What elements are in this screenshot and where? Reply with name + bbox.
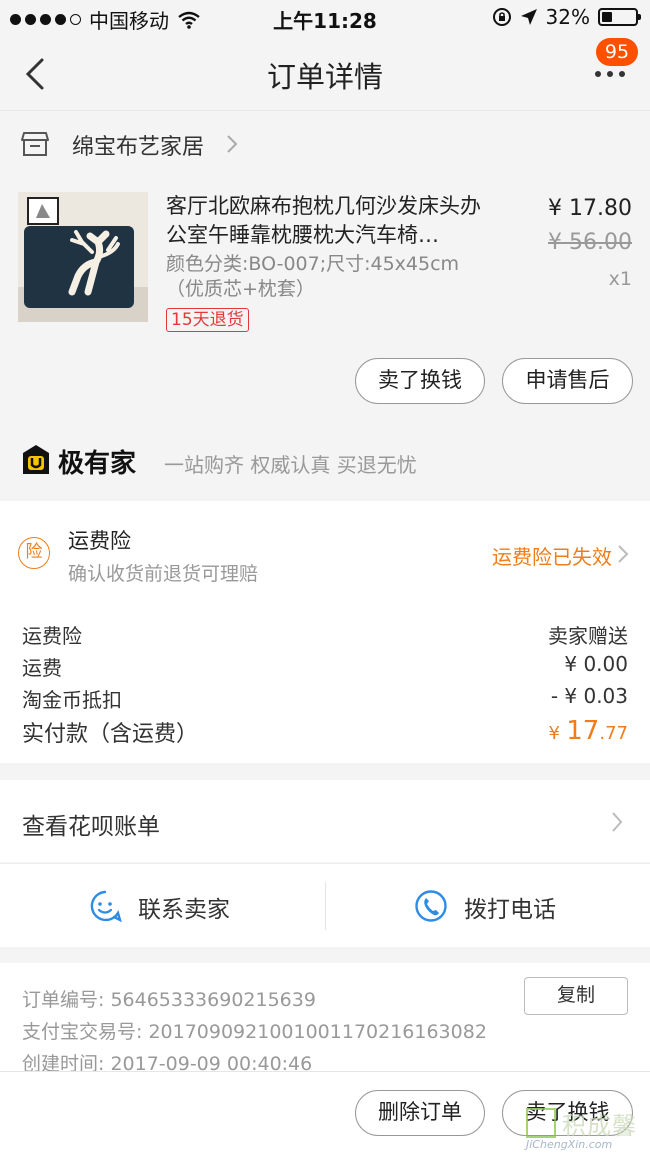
contact-seller-label[interactable]: 联系卖家 <box>138 890 230 924</box>
status-bar: 中国移动 上午11:28 32% <box>0 0 650 36</box>
alipay-trade-number: 支付宝交易号: 2017090921001001170216163082 <box>22 1021 487 1043</box>
insurance-title: 运费险 <box>68 529 131 553</box>
watermark-logo-icon <box>526 1108 556 1138</box>
order-number: 订单编号: 56465333690215639 <box>22 989 316 1011</box>
sell-button[interactable]: 卖了换钱 <box>355 358 485 404</box>
rotation-lock-icon <box>492 8 511 26</box>
message-badge[interactable]: 95 <box>596 38 638 66</box>
status-right: 32% <box>492 5 641 29</box>
product-thumbnail[interactable] <box>18 192 148 322</box>
cost-value: ¥ 0.00 <box>564 652 628 676</box>
call-label[interactable]: 拨打电话 <box>464 890 556 924</box>
insurance-status[interactable]: 运费险已失效 <box>492 541 612 570</box>
insurance-subtitle: 确认收货前退货可理赔 <box>68 563 259 585</box>
chevron-right-icon <box>227 135 238 153</box>
contact-bar: 联系卖家 拨打电话 <box>0 863 650 947</box>
chevron-right-icon <box>612 812 623 832</box>
phone-icon <box>415 890 447 922</box>
call-button[interactable]: 拨打电话 <box>326 864 650 948</box>
chevron-right-icon <box>618 545 629 563</box>
after-sale-button[interactable]: 申请售后 <box>502 358 633 404</box>
location-arrow-icon <box>520 9 537 25</box>
product-quantity: x1 <box>608 268 632 290</box>
original-price: ¥ 56.00 <box>548 230 632 255</box>
watermark-url: JiChengXin.com <box>526 1138 613 1151</box>
cost-label: 运费险 <box>22 624 82 648</box>
order-item[interactable]: 客厅北欧麻布抱枕几何沙发床头办公室午睡靠枕腰枕大汽车椅… 颜色分类:BO-007… <box>0 180 650 425</box>
jiyoujia-logo-icon <box>23 445 49 474</box>
battery-icon <box>598 8 641 26</box>
total-label: 实付款（含运费） <box>22 722 199 747</box>
product-price: ¥ 17.80 <box>548 196 632 221</box>
watermark: 积成馨 JiChengXin.com <box>526 1104 644 1152</box>
copy-button[interactable]: 复制 <box>524 977 628 1015</box>
shop-row[interactable]: 绵宝布艺家居 <box>0 110 650 176</box>
cost-summary: 运费险 卖家赠送 运费 ¥ 0.00 淘金币抵扣 - ¥ 0.03 实付款（含运… <box>0 596 650 763</box>
total-amount: ¥ 17.77 <box>548 716 628 746</box>
return-policy-tag: 15天退货 <box>166 308 249 332</box>
cost-value: - ¥ 0.03 <box>550 684 628 708</box>
store-icon <box>21 132 49 156</box>
cost-value: 卖家赠送 <box>548 624 628 648</box>
shop-name[interactable]: 绵宝布艺家居 <box>72 129 204 161</box>
battery-percent: 32% <box>545 5 590 29</box>
shipping-insurance-row[interactable]: 险 运费险 确认收货前退货可理赔 运费险已失效 <box>0 501 650 596</box>
product-spec: 颜色分类:BO-007;尺寸:45x45cm（优质芯+枕套） <box>166 253 460 300</box>
order-info: 订单编号: 56465333690215639 支付宝交易号: 20170909… <box>0 963 650 1075</box>
jiyoujia-slogan: 一站购齐 权威认真 买退无忧 <box>164 453 417 477</box>
jiyoujia-banner: 极有家 一站购齐 权威认真 买退无忧 <box>0 425 650 501</box>
nav-bar: 订单详情 95 <box>0 36 650 110</box>
cost-label: 运费 <box>22 656 62 680</box>
page-title: 订单详情 <box>266 60 383 94</box>
huabei-label[interactable]: 查看花呗账单 <box>22 807 160 841</box>
cost-label: 淘金币抵扣 <box>22 688 122 712</box>
chat-face-icon <box>90 890 122 923</box>
insurance-icon: 险 <box>18 537 50 569</box>
watermark-text: 积成馨 <box>562 1112 637 1140</box>
jiyoujia-brand: 极有家 <box>58 449 137 479</box>
product-title[interactable]: 客厅北欧麻布抱枕几何沙发床头办公室午睡靠枕腰枕大汽车椅… <box>166 192 496 250</box>
contact-seller-button[interactable]: 联系卖家 <box>0 864 325 948</box>
huabei-bill-row[interactable]: 查看花呗账单 <box>0 780 650 862</box>
delete-order-button[interactable]: 删除订单 <box>355 1090 485 1136</box>
